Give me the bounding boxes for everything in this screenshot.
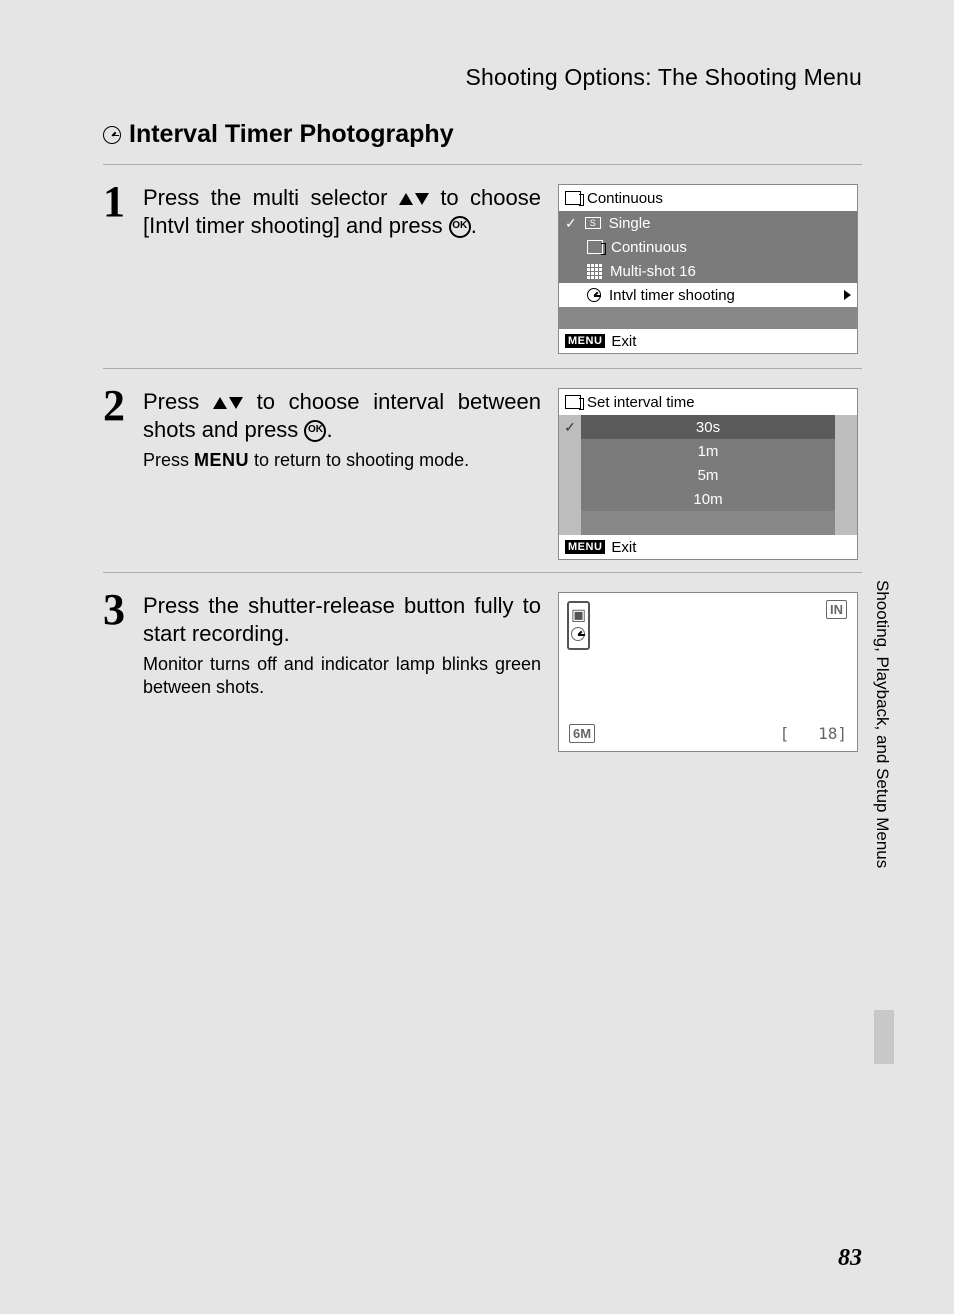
screen2-row-1m[interactable]: 1m: [581, 439, 835, 463]
camera-screen-interval: Set interval time ✓ 30s 1m 5m 10m MENU E…: [558, 388, 858, 560]
divider: [103, 572, 862, 573]
step-1-text-c: .: [471, 213, 477, 238]
menu-word: MENU: [194, 450, 249, 470]
screen2-title: Set interval time: [587, 394, 695, 411]
header-title: Shooting Options: The Shooting Menu: [465, 64, 862, 91]
ok-icon: OK: [449, 216, 471, 238]
step-3-number: 3: [103, 584, 125, 635]
interval-row-icon: [587, 288, 601, 302]
screen1-body: ✓ S Single Continuous Multi-shot 16 Intv…: [559, 211, 857, 329]
step-3-text: Press the shutter-release button fully t…: [143, 592, 541, 647]
step-1-text: Press the multi selector to choose [Intv…: [143, 184, 541, 239]
in-label: IN: [826, 600, 847, 619]
screen2-exit[interactable]: Exit: [611, 539, 636, 556]
step-2-text-a: Press: [143, 389, 213, 414]
single-icon: S: [585, 217, 601, 229]
step-1-number: 1: [103, 176, 125, 227]
side-tab-marker: [874, 1010, 894, 1064]
screen1-title: Continuous: [587, 190, 663, 207]
screen2-body: ✓ 30s 1m 5m 10m: [559, 415, 857, 535]
screen1-item-2: Multi-shot 16: [610, 263, 696, 280]
timer-mode-icon: [571, 627, 585, 641]
ok-icon: OK: [304, 420, 326, 442]
menu-badge-icon: MENU: [565, 540, 605, 554]
screen1-row-single[interactable]: ✓ S Single: [559, 211, 857, 235]
continuous-row-icon: [587, 240, 603, 254]
camera-screen-continuous: Continuous ✓ S Single Continuous Multi-s…: [558, 184, 858, 354]
divider: [103, 164, 862, 165]
grid16-icon: [587, 264, 602, 279]
lv-size-badge: 6M: [569, 725, 595, 743]
step-2-text-c: .: [326, 417, 332, 442]
continuous-icon: [565, 395, 581, 409]
page-root: Shooting Options: The Shooting Menu Inte…: [0, 0, 954, 1314]
screen1-row-multishot[interactable]: Multi-shot 16: [559, 259, 857, 283]
step-3-subtext: Monitor turns off and indicator lamp bli…: [143, 653, 541, 698]
step-2-sub-a: Press: [143, 450, 194, 470]
screen1-row-continuous[interactable]: Continuous: [559, 235, 857, 259]
screen1-footer: MENU Exit: [559, 329, 857, 353]
screen2-row-30s[interactable]: 30s: [581, 415, 835, 439]
step-2-text: Press to choose interval between shots a…: [143, 388, 541, 443]
chevron-right-icon: [844, 290, 851, 300]
continuous-icon: [565, 191, 581, 205]
screen1-row-interval[interactable]: Intvl timer shooting: [559, 283, 857, 307]
screen2-row-10m[interactable]: 10m: [581, 487, 835, 511]
screen2-rightcol: [835, 415, 857, 535]
camera-screen-liveview: ▣ IN 6M [ 18]: [558, 592, 858, 752]
step-2-number: 2: [103, 380, 125, 431]
count-value: 18: [818, 724, 837, 743]
page-number: 83: [838, 1245, 862, 1272]
step-2-subtext: Press MENU to return to shooting mode.: [143, 449, 541, 472]
screen1-blank: [559, 307, 857, 329]
section-title: Interval Timer Photography: [129, 120, 454, 149]
timer-icon: [103, 126, 121, 144]
screen2-row-5m[interactable]: 5m: [581, 463, 835, 487]
side-tab-label: Shooting, Playback, and Setup Menus: [870, 580, 894, 1000]
check-icon: ✓: [565, 215, 577, 232]
screen2-leftcol: ✓: [559, 415, 581, 535]
screen2-footer: MENU Exit: [559, 535, 857, 559]
divider: [103, 368, 862, 369]
check-icon: ✓: [564, 419, 576, 436]
screen2-titlebar: Set interval time: [559, 389, 857, 415]
screen1-item-3: Intvl timer shooting: [609, 287, 735, 304]
size-label: 6M: [569, 724, 595, 743]
screen1-titlebar: Continuous: [559, 185, 857, 211]
up-down-icon: [399, 193, 429, 205]
section-title-row: Interval Timer Photography: [103, 120, 454, 149]
screen1-exit[interactable]: Exit: [611, 333, 636, 350]
screen1-item-1: Continuous: [611, 239, 687, 256]
lv-mode-group: ▣: [567, 601, 590, 650]
up-down-icon: [213, 397, 243, 409]
step-2-sub-b: to return to shooting mode.: [249, 450, 469, 470]
camera-mode-icon: ▣: [571, 605, 586, 625]
step-1-text-a: Press the multi selector: [143, 185, 399, 210]
lv-count: [ 18]: [780, 724, 847, 743]
lv-in-badge: IN: [826, 601, 847, 619]
screen1-item-0: Single: [609, 215, 651, 232]
screen2-blank: [581, 511, 835, 535]
menu-badge-icon: MENU: [565, 334, 605, 348]
